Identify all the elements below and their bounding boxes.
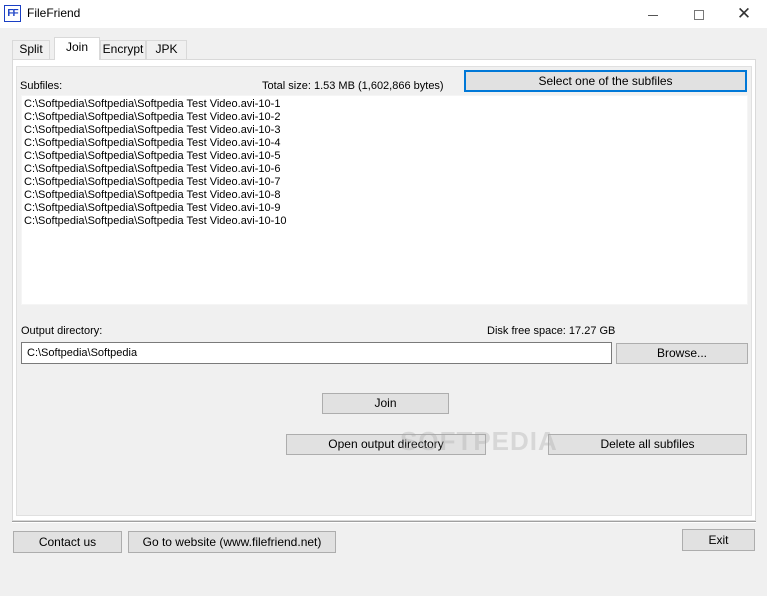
minimize-icon: [648, 14, 658, 16]
tab-join[interactable]: Join: [54, 37, 100, 60]
close-button[interactable]: ✕: [721, 0, 767, 28]
output-directory-label: Output directory:: [21, 325, 103, 337]
total-size-label: Total size: 1.53 MB (1,602,866 bytes): [262, 80, 444, 92]
subfiles-label: Subfiles:: [20, 80, 63, 92]
list-item[interactable]: C:\Softpedia\Softpedia\Softpedia Test Vi…: [24, 189, 747, 202]
footer-separator: [12, 521, 756, 523]
tab-encrypt[interactable]: Encrypt: [100, 40, 146, 59]
contact-us-button[interactable]: Contact us: [13, 531, 122, 553]
list-item[interactable]: C:\Softpedia\Softpedia\Softpedia Test Vi…: [24, 98, 747, 111]
close-icon: ✕: [736, 4, 752, 23]
select-subfile-button[interactable]: Select one of the subfiles: [464, 70, 747, 92]
list-item[interactable]: C:\Softpedia\Softpedia\Softpedia Test Vi…: [24, 111, 747, 124]
softpedia-watermark: SOFTPEDIA: [400, 426, 558, 456]
output-directory-input[interactable]: [21, 342, 612, 364]
join-button[interactable]: Join: [322, 393, 449, 414]
list-item[interactable]: C:\Softpedia\Softpedia\Softpedia Test Vi…: [24, 202, 747, 215]
list-item[interactable]: C:\Softpedia\Softpedia\Softpedia Test Vi…: [24, 163, 747, 176]
list-item[interactable]: C:\Softpedia\Softpedia\Softpedia Test Vi…: [24, 124, 747, 137]
list-item[interactable]: C:\Softpedia\Softpedia\Softpedia Test Vi…: [24, 137, 747, 150]
list-item[interactable]: C:\Softpedia\Softpedia\Softpedia Test Vi…: [24, 215, 747, 228]
window-title: FileFriend: [27, 6, 81, 20]
delete-all-subfiles-button[interactable]: Delete all subfiles: [548, 434, 747, 455]
maximize-button[interactable]: [676, 0, 722, 28]
minimize-button[interactable]: [630, 0, 676, 28]
list-item[interactable]: C:\Softpedia\Softpedia\Softpedia Test Vi…: [24, 176, 747, 189]
filefriend-app-icon[interactable]: FF: [4, 5, 21, 22]
tab-split[interactable]: Split: [12, 40, 50, 59]
go-to-website-button[interactable]: Go to website (www.filefriend.net): [128, 531, 336, 553]
list-item[interactable]: C:\Softpedia\Softpedia\Softpedia Test Vi…: [24, 150, 747, 163]
exit-button[interactable]: Exit: [682, 529, 755, 551]
subfiles-list[interactable]: C:\Softpedia\Softpedia\Softpedia Test Vi…: [21, 95, 748, 305]
maximize-icon: [694, 10, 704, 21]
browse-button[interactable]: Browse...: [616, 343, 748, 364]
disk-free-space-label: Disk free space: 17.27 GB: [487, 325, 616, 337]
tab-jpk[interactable]: JPK: [146, 40, 187, 59]
